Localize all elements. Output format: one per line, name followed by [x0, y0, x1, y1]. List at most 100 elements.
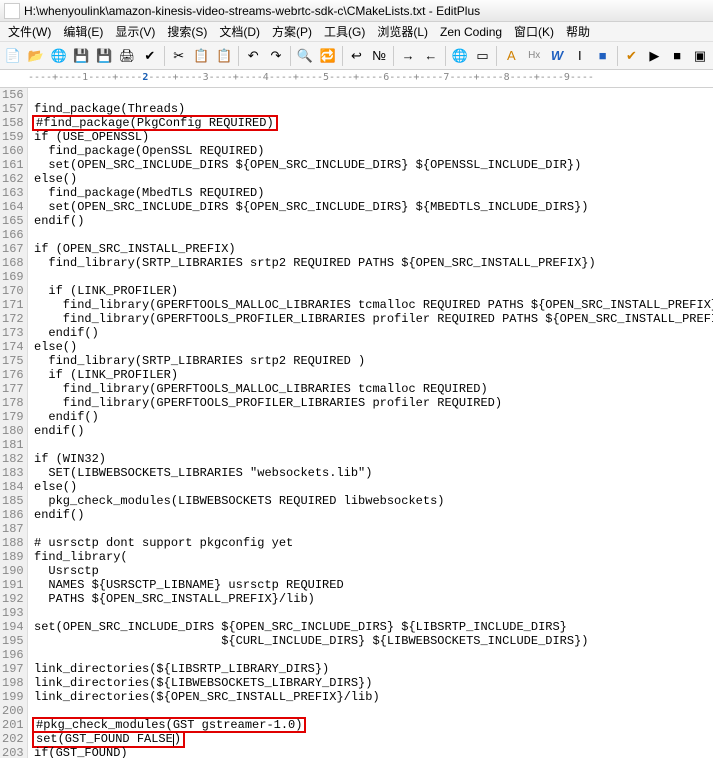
code-line[interactable]: find_library(: [34, 550, 713, 564]
menu-tools[interactable]: 工具(G): [318, 21, 371, 42]
outdent-button[interactable]: ←: [420, 45, 442, 67]
code-line[interactable]: endif(): [34, 410, 713, 424]
code-line[interactable]: find_library(GPERFTOOLS_PROFILER_LIBRARI…: [34, 312, 713, 326]
find-button[interactable]: 🔍: [294, 45, 316, 67]
code-line[interactable]: PATHS ${OPEN_SRC_INSTALL_PREFIX}/lib): [34, 592, 713, 606]
bold-w-button[interactable]: W: [546, 45, 568, 67]
code-line[interactable]: [34, 228, 713, 242]
menu-browser[interactable]: 浏览器(L): [371, 21, 434, 42]
undo-button[interactable]: ↶: [242, 45, 264, 67]
menu-search[interactable]: 搜索(S): [161, 21, 213, 42]
code-line[interactable]: else(): [34, 340, 713, 354]
code-line[interactable]: if (LINK_PROFILER): [34, 284, 713, 298]
code-line[interactable]: endif(): [34, 508, 713, 522]
browser-button[interactable]: 🌐: [449, 45, 471, 67]
code-line[interactable]: find_library(GPERFTOOLS_MALLOC_LIBRARIES…: [34, 382, 713, 396]
new-file-button[interactable]: 📄: [2, 45, 24, 67]
code-line[interactable]: [34, 88, 713, 102]
line-number-button[interactable]: №: [368, 45, 390, 67]
run-button[interactable]: ▶: [643, 45, 665, 67]
menu-view[interactable]: 显示(V): [109, 21, 161, 42]
line-number: 162: [2, 172, 21, 186]
toolbar-separator: [617, 46, 618, 66]
code-line[interactable]: else(): [34, 480, 713, 494]
code-line[interactable]: endif(): [34, 424, 713, 438]
code-line[interactable]: if (WIN32): [34, 452, 713, 466]
code-line[interactable]: else(): [34, 172, 713, 186]
code-line[interactable]: NAMES ${USRSCTP_LIBNAME} usrsctp REQUIRE…: [34, 578, 713, 592]
code-line[interactable]: ${CURL_INCLUDE_DIRS} ${LIBWEBSOCKETS_INC…: [34, 634, 713, 648]
replace-button[interactable]: 🔁: [317, 45, 339, 67]
italic-button[interactable]: I: [569, 45, 591, 67]
menu-zen[interactable]: Zen Coding: [434, 23, 508, 41]
code-line[interactable]: link_directories(${OPEN_SRC_INSTALL_PREF…: [34, 690, 713, 704]
code-line[interactable]: find_library(GPERFTOOLS_MALLOC_LIBRARIES…: [34, 298, 713, 312]
line-number: 196: [2, 648, 21, 662]
code-line[interactable]: find_library(SRTP_LIBRARIES srtp2 REQUIR…: [34, 256, 713, 270]
code-line[interactable]: # usrsctp dont support pkgconfig yet: [34, 536, 713, 550]
line-number: 180: [2, 424, 21, 438]
line-number: 191: [2, 578, 21, 592]
open-file-button[interactable]: 📂: [25, 45, 47, 67]
terminal-button[interactable]: ▣: [689, 45, 711, 67]
editor[interactable]: 1561571581591601611621631641651661671681…: [0, 88, 713, 758]
code-line[interactable]: [34, 522, 713, 536]
code-area[interactable]: find_package(Threads)#find_package(PkgCo…: [28, 88, 713, 758]
check-button[interactable]: ✔: [621, 45, 643, 67]
code-line[interactable]: [34, 648, 713, 662]
menu-project[interactable]: 方案(P): [266, 21, 318, 42]
paste-button[interactable]: 📋: [213, 45, 235, 67]
code-line[interactable]: endif(): [34, 214, 713, 228]
code-line[interactable]: find_library(SRTP_LIBRARIES srtp2 REQUIR…: [34, 354, 713, 368]
menu-file[interactable]: 文件(W): [2, 21, 57, 42]
toolbar-separator: [290, 46, 291, 66]
line-number: 177: [2, 382, 21, 396]
hex-button[interactable]: Hx: [523, 45, 545, 67]
line-number: 185: [2, 494, 21, 508]
copy-button[interactable]: 📋: [191, 45, 213, 67]
stop-button[interactable]: ■: [666, 45, 688, 67]
line-number: 188: [2, 536, 21, 550]
menu-window[interactable]: 窗口(K): [508, 21, 560, 42]
open-remote-button[interactable]: 🌐: [48, 45, 70, 67]
spell-check-button[interactable]: ✔: [139, 45, 161, 67]
code-line[interactable]: if (USE_OPENSSL): [34, 130, 713, 144]
code-line[interactable]: #find_package(PkgConfig REQUIRED): [34, 116, 713, 130]
code-line[interactable]: #pkg_check_modules(GST gstreamer-1.0): [34, 718, 713, 732]
code-line[interactable]: set(OPEN_SRC_INCLUDE_DIRS ${OPEN_SRC_INC…: [34, 200, 713, 214]
save-button[interactable]: 💾: [70, 45, 92, 67]
code-line[interactable]: find_package(MbedTLS REQUIRED): [34, 186, 713, 200]
save-all-button[interactable]: 💾: [93, 45, 115, 67]
code-line[interactable]: [34, 270, 713, 284]
code-line[interactable]: link_directories(${LIBWEBSOCKETS_LIBRARY…: [34, 676, 713, 690]
word-wrap-button[interactable]: ↩: [346, 45, 368, 67]
menu-edit[interactable]: 编辑(E): [57, 21, 109, 42]
toolbar-separator: [496, 46, 497, 66]
code-line[interactable]: if (OPEN_SRC_INSTALL_PREFIX): [34, 242, 713, 256]
code-line[interactable]: find_package(Threads): [34, 102, 713, 116]
code-line[interactable]: [34, 438, 713, 452]
column-select-button[interactable]: ▭: [472, 45, 494, 67]
code-line[interactable]: set(OPEN_SRC_INCLUDE_DIRS ${OPEN_SRC_INC…: [34, 620, 713, 634]
menu-document[interactable]: 文档(D): [213, 21, 266, 42]
code-line[interactable]: SET(LIBWEBSOCKETS_LIBRARIES "websockets.…: [34, 466, 713, 480]
menu-help[interactable]: 帮助: [560, 21, 596, 42]
code-line[interactable]: find_library(GPERFTOOLS_PROFILER_LIBRARI…: [34, 396, 713, 410]
color-swatch-button[interactable]: ■: [592, 45, 614, 67]
code-line[interactable]: set(OPEN_SRC_INCLUDE_DIRS ${OPEN_SRC_INC…: [34, 158, 713, 172]
print-button[interactable]: 🖨: [116, 45, 138, 67]
highlight-a-button[interactable]: A: [500, 45, 522, 67]
redo-button[interactable]: ↷: [265, 45, 287, 67]
code-line[interactable]: Usrsctp: [34, 564, 713, 578]
code-line[interactable]: find_package(OpenSSL REQUIRED): [34, 144, 713, 158]
code-line[interactable]: [34, 704, 713, 718]
code-line[interactable]: [34, 606, 713, 620]
code-line[interactable]: link_directories(${LIBSRTP_LIBRARY_DIRS}…: [34, 662, 713, 676]
code-line[interactable]: endif(): [34, 326, 713, 340]
code-line[interactable]: set(GST_FOUND FALSE): [34, 732, 713, 746]
code-line[interactable]: if (LINK_PROFILER): [34, 368, 713, 382]
cut-button[interactable]: ✂: [168, 45, 190, 67]
indent-button[interactable]: →: [397, 45, 419, 67]
toolbar-separator: [164, 46, 165, 66]
code-line[interactable]: pkg_check_modules(LIBWEBSOCKETS REQUIRED…: [34, 494, 713, 508]
